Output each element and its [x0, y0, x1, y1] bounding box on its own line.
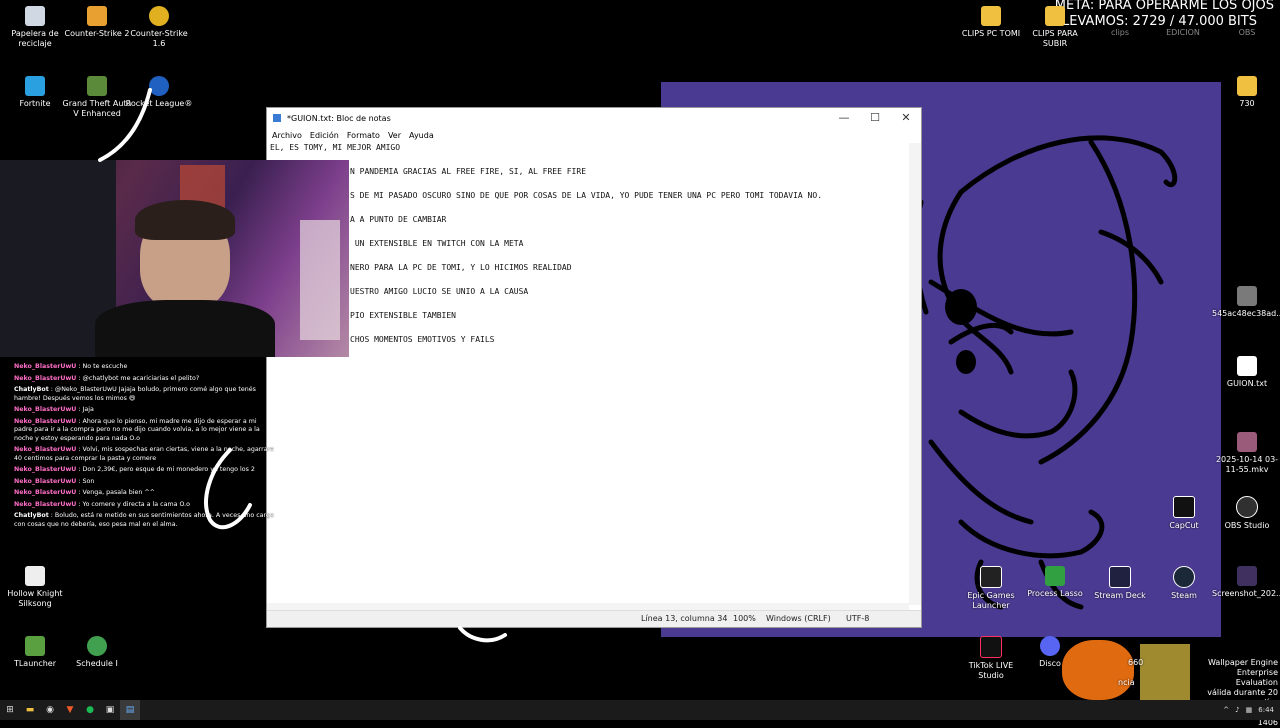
- desktop-icon-label: CLIPS PC TOMI: [961, 29, 1021, 38]
- volume-icon[interactable]: ♪: [1235, 706, 1239, 714]
- cursor-position: Línea 13, columna 34: [641, 614, 728, 623]
- desktop-icon-epic[interactable]: Epic Games Launcher: [956, 566, 1026, 611]
- notepad-taskbar-icon[interactable]: ▤: [120, 700, 140, 720]
- text-file-icon: [1237, 356, 1257, 376]
- desktop-icon-label: OBS: [1238, 28, 1256, 37]
- app-icon[interactable]: ▣: [100, 700, 120, 720]
- zoom-level: 100%: [733, 614, 756, 623]
- tiktok-icon: [980, 636, 1002, 658]
- desktop-icon-clips-pc-tomi[interactable]: CLIPS PC TOMI: [956, 6, 1026, 39]
- process-lasso-icon: [1045, 566, 1065, 586]
- vertical-scrollbar[interactable]: [909, 143, 921, 605]
- start-button[interactable]: ⊞: [0, 700, 20, 720]
- desktop-icon-label: 730: [1239, 99, 1255, 108]
- obs-icon: [1236, 496, 1258, 518]
- tray-chevron-icon[interactable]: ^: [1223, 706, 1229, 714]
- desktop-icon-label: Steam: [1171, 591, 1197, 600]
- image-file-icon: [1237, 286, 1257, 306]
- minimize-button[interactable]: —: [829, 108, 859, 128]
- desktop-icon-edicion[interactable]: EDICION: [1148, 28, 1218, 38]
- watermark-line: Wallpaper Engine: [1208, 658, 1278, 667]
- steam-icon: [1173, 566, 1195, 588]
- file-explorer-icon[interactable]: ▬: [20, 700, 40, 720]
- desktop-icon-label: Stream Deck: [1094, 591, 1146, 600]
- line-ending: Windows (CRLF): [766, 614, 831, 623]
- video-file-icon: [1237, 432, 1257, 452]
- desktop-icon-label: OBS Studio: [1224, 521, 1270, 530]
- watermark-line: Enterprise Evaluation: [1235, 668, 1278, 687]
- hand-drawn-strokes: [98, 88, 507, 643]
- desktop-icon-label: 545ac48ec38ad...: [1212, 309, 1280, 318]
- discord-icon: [1040, 636, 1060, 656]
- watermark-partial: ncia: [1118, 678, 1135, 687]
- desktop-icon-label: GUION.txt: [1226, 379, 1268, 388]
- spotify-icon[interactable]: ●: [80, 700, 100, 720]
- obs-taskbar-icon[interactable]: ◉: [40, 700, 60, 720]
- clock[interactable]: 6:44: [1258, 706, 1274, 714]
- system-tray: ^ ♪ ▦ 6:44: [1223, 700, 1274, 720]
- watermark-partial: 660: [1128, 658, 1144, 667]
- desktop-icon-obs[interactable]: OBS: [1212, 28, 1280, 38]
- desktop-icon-730[interactable]: 730: [1212, 76, 1280, 109]
- desktop-icon-clips-para-subir[interactable]: CLIPS PARA SUBIR: [1020, 6, 1090, 49]
- network-icon[interactable]: ▦: [1246, 706, 1253, 714]
- folder-icon: [981, 6, 1001, 26]
- desktop-icon-screenshot[interactable]: Screenshot_202...: [1212, 566, 1280, 599]
- close-button[interactable]: ✕: [891, 108, 921, 128]
- desktop-icon-obs-studio[interactable]: OBS Studio: [1212, 496, 1280, 531]
- desktop-icon-label: Process Lasso: [1027, 589, 1083, 598]
- folder-icon: [1237, 76, 1257, 96]
- encoding: UTF-8: [846, 614, 870, 623]
- desktop-icon-image-545ac[interactable]: 545ac48ec38ad...: [1212, 286, 1280, 319]
- desktop-icon-mkv[interactable]: 2025-10-14 03-11-55.mkv: [1212, 432, 1280, 475]
- stream-deck-icon: [1109, 566, 1131, 588]
- folder-icon: [1045, 6, 1065, 26]
- epic-icon: [980, 566, 1002, 588]
- desktop-icon-label: EDICION: [1166, 28, 1200, 37]
- capcut-icon: [1173, 496, 1195, 518]
- maximize-button[interactable]: ☐: [860, 108, 890, 128]
- desktop-icon-capcut[interactable]: CapCut: [1149, 496, 1219, 531]
- taskbar: ⊞ ▬ ◉ ▼ ● ▣ ▤ ^ ♪ ▦ 6:44: [0, 700, 1280, 720]
- desktop-icon-label: Screenshot_202...: [1212, 589, 1280, 598]
- desktop-icon-label: Epic Games Launcher: [967, 591, 1015, 610]
- desktop-icon-label: 2025-10-14 03-11-55.mkv: [1215, 455, 1279, 474]
- desktop-icon-tiktok[interactable]: TikTok LIVE Studio: [956, 636, 1026, 681]
- desktop-icon-label: clips: [1110, 28, 1130, 37]
- brave-icon[interactable]: ▼: [60, 700, 80, 720]
- desktop-icon-stream-deck[interactable]: Stream Deck: [1085, 566, 1155, 601]
- desktop-icon-label: TikTok LIVE Studio: [968, 661, 1014, 680]
- desktop-icon-label: CapCut: [1169, 521, 1199, 530]
- image-file-icon: [1237, 566, 1257, 586]
- desktop-icon-label: CLIPS PARA SUBIR: [1032, 29, 1078, 48]
- desktop-icon-steam[interactable]: Steam: [1149, 566, 1219, 601]
- desktop-icon-process-lasso[interactable]: Process Lasso: [1020, 566, 1090, 599]
- desktop-icon-clips[interactable]: clips: [1085, 28, 1155, 38]
- pumpkin-decoration: [1062, 640, 1134, 700]
- pixel-character-decoration: [1140, 644, 1190, 700]
- desktop-icon-guion-txt[interactable]: GUION.txt: [1212, 356, 1280, 389]
